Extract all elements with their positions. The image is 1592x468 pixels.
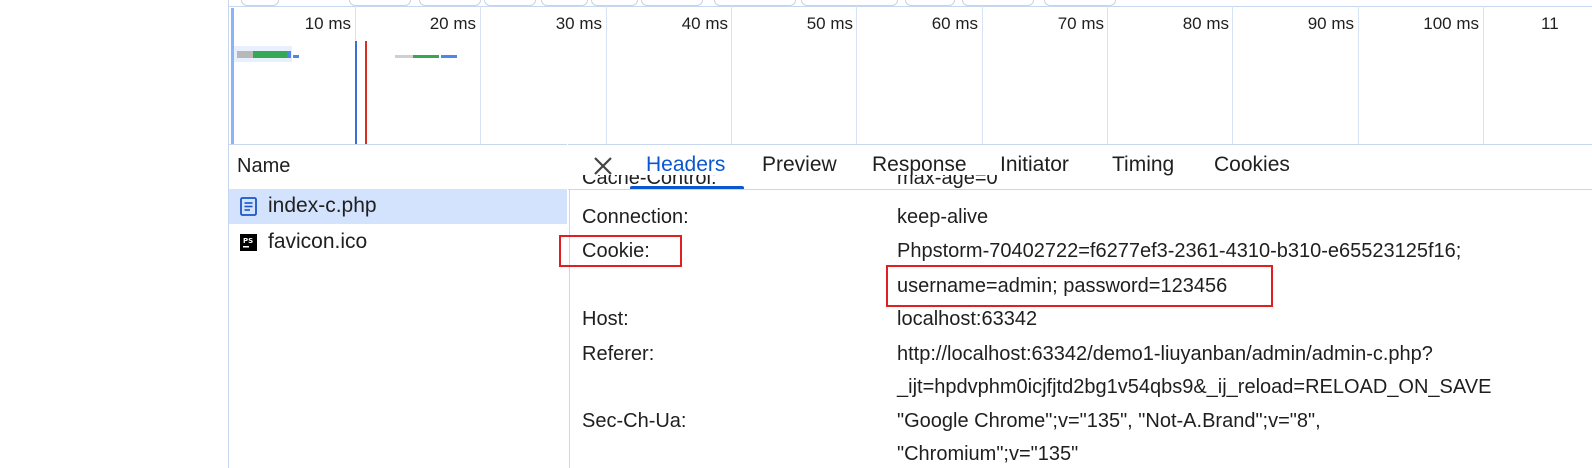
gridline — [1232, 6, 1233, 144]
request-bar-ttfb — [413, 55, 439, 58]
name-column-label: Name — [237, 155, 291, 177]
request-bar-ttfb — [253, 51, 287, 58]
request-name: index-c.php — [268, 194, 377, 217]
tick-label: 60 ms — [931, 14, 978, 33]
header-value: max-age=0 — [897, 175, 998, 189]
header-key-sec-ch-ua: Sec-Ch-Ua: — [582, 410, 687, 432]
svg-text:PS: PS — [243, 237, 253, 245]
active-tab-indicator — [630, 186, 744, 189]
name-column-header[interactable]: Name — [229, 144, 567, 190]
header-value-referer-cont: _ijt=hpdvphm0icjfjtd2bg1v54qbs9&_ij_relo… — [897, 376, 1492, 398]
tick-label: 70 ms — [1057, 14, 1104, 33]
tick-label: 20 ms — [429, 14, 476, 33]
request-bar-waiting — [395, 55, 413, 58]
request-row-index[interactable]: index-c.php — [229, 189, 567, 224]
request-bar-download — [441, 55, 457, 58]
annotation-box-cookie-value — [886, 265, 1273, 307]
tab-cookies[interactable]: Cookies — [1214, 153, 1290, 177]
tab-response[interactable]: Response — [872, 153, 967, 177]
tab-timing[interactable]: Timing — [1112, 153, 1174, 177]
gridline — [480, 6, 481, 144]
gridline — [731, 6, 732, 144]
header-key-connection: Connection: — [582, 206, 689, 228]
tick-label: 90 ms — [1307, 14, 1354, 33]
tick-label: 100 ms — [1423, 14, 1479, 33]
gridline — [856, 6, 857, 144]
header-value-host: localhost:63342 — [897, 308, 1038, 330]
gridline — [982, 6, 983, 144]
header-key-referer: Referer: — [582, 343, 655, 365]
network-timeline-overview[interactable]: 10 ms 20 ms 30 ms 40 ms 50 ms 60 ms 70 m… — [228, 0, 1592, 144]
gridline — [1483, 6, 1484, 144]
header-value-connection: keep-alive — [897, 206, 989, 228]
gridline — [1107, 6, 1108, 144]
document-icon — [240, 197, 257, 216]
request-name: favicon.ico — [268, 230, 368, 253]
annotation-box-cookie-key — [559, 235, 682, 267]
tab-headers[interactable]: Headers — [646, 153, 725, 177]
tab-initiator[interactable]: Initiator — [1000, 153, 1069, 177]
header-value-cookie: Phpstorm-70402722=f6277ef3-2361-4310-b31… — [897, 240, 1462, 262]
request-row-favicon[interactable]: PS favicon.ico — [229, 225, 567, 260]
gridline — [1358, 6, 1359, 144]
load-marker — [365, 41, 367, 144]
request-bar-download — [287, 51, 291, 58]
request-bar-tail — [293, 55, 299, 58]
tick-label: 10 ms — [304, 14, 351, 33]
tick-label: 30 ms — [555, 14, 602, 33]
header-key-host: Host: — [582, 308, 629, 330]
header-value-sec-ch-ua: "Google Chrome";v="135", "Not-A.Brand";v… — [897, 410, 1321, 432]
selection-edge — [231, 8, 234, 144]
tick-label: 80 ms — [1182, 14, 1229, 33]
header-value-sec-ch-ua-cont: "Chromium";v="135" — [897, 443, 1079, 465]
phpstorm-icon: PS — [240, 234, 257, 251]
tick-label: 40 ms — [681, 14, 728, 33]
tick-label: 11 — [1541, 14, 1559, 33]
header-value-referer: http://localhost:63342/demo1-liuyanban/a… — [897, 343, 1433, 365]
request-bar-waiting — [237, 51, 253, 58]
domcontentloaded-marker — [355, 41, 357, 144]
gridline — [606, 6, 607, 144]
tick-label: 50 ms — [806, 14, 853, 33]
tab-preview[interactable]: Preview — [762, 153, 837, 177]
divider — [229, 6, 1592, 7]
